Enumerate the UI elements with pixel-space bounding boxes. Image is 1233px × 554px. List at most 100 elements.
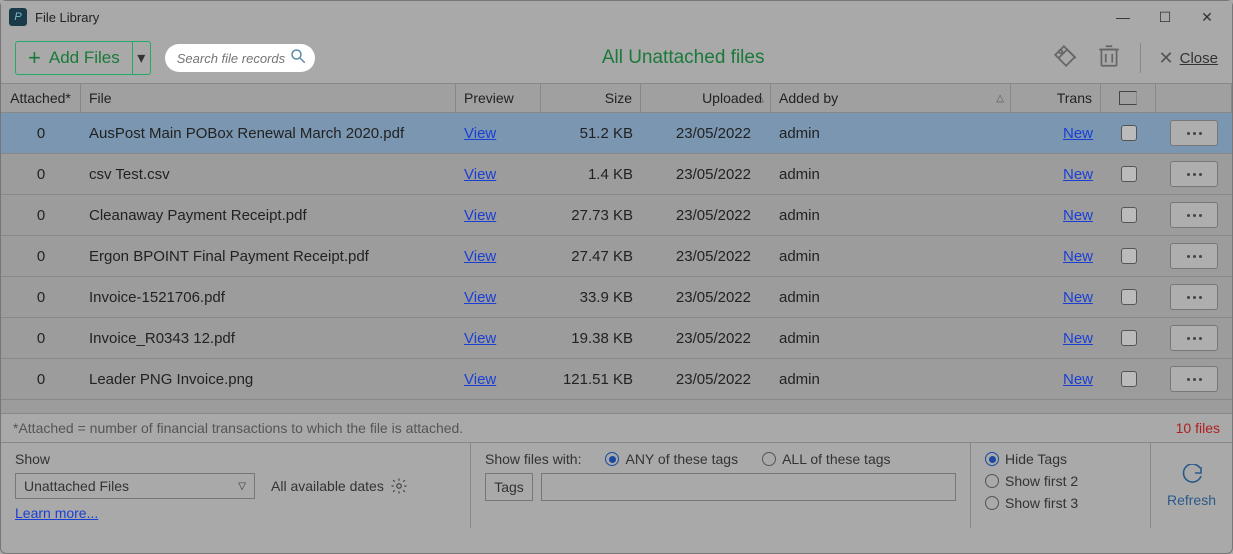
row-actions-button[interactable] <box>1170 243 1218 269</box>
row-checkbox[interactable] <box>1121 330 1137 346</box>
add-files-dropdown[interactable]: ▾ <box>132 42 150 74</box>
trans-link[interactable]: New <box>1063 248 1093 265</box>
cell-attached: 0 <box>1 359 81 399</box>
cell-added-by: admin <box>771 195 1011 235</box>
trans-link[interactable]: New <box>1063 207 1093 224</box>
show-select[interactable]: Unattached Files ▽ <box>15 473 255 499</box>
row-actions-button[interactable] <box>1170 325 1218 351</box>
row-checkbox[interactable] <box>1121 125 1137 141</box>
col-preview[interactable]: Preview <box>456 84 541 112</box>
col-select-all[interactable] <box>1101 84 1156 112</box>
cell-uploaded: 23/05/2022 <box>641 277 771 317</box>
cell-size: 1.4 KB <box>541 154 641 194</box>
cell-file: csv Test.csv <box>81 154 456 194</box>
trans-link[interactable]: New <box>1063 166 1093 183</box>
col-attached[interactable]: Attached* <box>1 84 81 112</box>
cell-attached: 0 <box>1 236 81 276</box>
close-icon: ✕ <box>1159 48 1174 69</box>
view-link[interactable]: View <box>464 166 496 183</box>
radio-all-tags[interactable]: ALL of these tags <box>762 451 890 467</box>
row-checkbox[interactable] <box>1121 248 1137 264</box>
gear-icon <box>390 477 408 495</box>
row-checkbox[interactable] <box>1121 207 1137 223</box>
view-link[interactable]: View <box>464 330 496 347</box>
chevron-down-icon: ▽ <box>238 481 246 492</box>
status-bar: *Attached = number of financial transact… <box>1 414 1232 442</box>
table-row[interactable]: 0Invoice_R0343 12.pdfView19.38 KB23/05/2… <box>1 318 1232 359</box>
cell-attached: 0 <box>1 195 81 235</box>
search-icon[interactable] <box>289 47 307 70</box>
add-files-button-group: + Add Files ▾ <box>15 41 151 75</box>
cell-attached: 0 <box>1 113 81 153</box>
cell-attached: 0 <box>1 318 81 358</box>
select-all-checkbox[interactable] <box>1119 91 1137 105</box>
tags-input[interactable] <box>541 473 956 501</box>
view-link[interactable]: View <box>464 248 496 265</box>
refresh-icon <box>1178 464 1206 488</box>
row-checkbox[interactable] <box>1121 166 1137 182</box>
cell-file: Leader PNG Invoice.png <box>81 359 456 399</box>
search-input[interactable] <box>177 51 289 66</box>
cell-file: Ergon BPOINT Final Payment Receipt.pdf <box>81 236 456 276</box>
table-row[interactable]: 0Leader PNG Invoice.pngView121.51 KB23/0… <box>1 359 1232 400</box>
window-title: File Library <box>35 10 99 25</box>
view-link[interactable]: View <box>464 125 496 142</box>
table-row[interactable]: 0Cleanaway Payment Receipt.pdfView27.73 … <box>1 195 1232 236</box>
radio-any-tags[interactable]: ANY of these tags <box>605 451 738 467</box>
cell-added-by: admin <box>771 236 1011 276</box>
view-link[interactable]: View <box>464 371 496 388</box>
trans-link[interactable]: New <box>1063 125 1093 142</box>
view-link[interactable]: View <box>464 289 496 306</box>
radio-show-first-2[interactable]: Show first 2 <box>985 473 1136 489</box>
row-actions-button[interactable] <box>1170 202 1218 228</box>
table-row[interactable]: 0AusPost Main POBox Renewal March 2020.p… <box>1 113 1232 154</box>
row-checkbox[interactable] <box>1121 371 1137 387</box>
dates-filter[interactable]: All available dates <box>271 477 408 495</box>
sort-icon: △ <box>756 93 764 104</box>
row-actions-button[interactable] <box>1170 366 1218 392</box>
refresh-button[interactable]: Refresh <box>1167 464 1216 508</box>
row-actions-button[interactable] <box>1170 161 1218 187</box>
tags-icon[interactable] <box>1052 43 1078 74</box>
window-close-button[interactable]: ✕ <box>1200 9 1214 26</box>
trans-link[interactable]: New <box>1063 371 1093 388</box>
radio-show-first-3[interactable]: Show first 3 <box>985 495 1136 511</box>
row-checkbox[interactable] <box>1121 289 1137 305</box>
learn-more-link[interactable]: Learn more... <box>15 505 456 521</box>
table-row[interactable]: 0Ergon BPOINT Final Payment Receipt.pdf V… <box>1 236 1232 277</box>
col-uploaded[interactable]: Uploaded△ <box>641 84 771 112</box>
toolbar: + Add Files ▾ All Unattached files ✕ Clo… <box>1 33 1232 83</box>
delete-icon[interactable] <box>1096 43 1122 74</box>
cell-size: 33.9 KB <box>541 277 641 317</box>
tags-button[interactable]: Tags <box>485 473 533 501</box>
dates-label: All available dates <box>271 478 384 494</box>
refresh-panel: Refresh <box>1151 443 1232 528</box>
trans-link[interactable]: New <box>1063 330 1093 347</box>
maximize-button[interactable]: ☐ <box>1158 9 1172 26</box>
refresh-label: Refresh <box>1167 492 1216 508</box>
cell-uploaded: 23/05/2022 <box>641 318 771 358</box>
cell-size: 51.2 KB <box>541 113 641 153</box>
col-size[interactable]: Size <box>541 84 641 112</box>
titlebar: P File Library — ☐ ✕ <box>1 1 1232 33</box>
plus-icon: + <box>28 45 41 71</box>
minimize-button[interactable]: — <box>1116 9 1130 26</box>
table-row[interactable]: 0csv Test.csvView1.4 KB23/05/2022adminNe… <box>1 154 1232 195</box>
cell-attached: 0 <box>1 154 81 194</box>
col-trans[interactable]: Trans <box>1011 84 1101 112</box>
trans-link[interactable]: New <box>1063 289 1093 306</box>
col-added-by[interactable]: Added by△ <box>771 84 1011 112</box>
close-label: Close <box>1180 50 1218 67</box>
view-link[interactable]: View <box>464 207 496 224</box>
add-files-button[interactable]: + Add Files <box>16 45 132 71</box>
show-label: Show <box>15 451 456 467</box>
row-actions-button[interactable] <box>1170 120 1218 146</box>
close-button[interactable]: ✕ Close <box>1159 48 1218 69</box>
search-box[interactable] <box>165 44 315 72</box>
row-actions-button[interactable] <box>1170 284 1218 310</box>
cell-uploaded: 23/05/2022 <box>641 359 771 399</box>
table-row[interactable]: 0Invoice-1521706.pdfView33.9 KB23/05/202… <box>1 277 1232 318</box>
radio-hide-tags[interactable]: Hide Tags <box>985 451 1136 467</box>
app-logo-icon: P <box>9 8 27 26</box>
col-file[interactable]: File <box>81 84 456 112</box>
